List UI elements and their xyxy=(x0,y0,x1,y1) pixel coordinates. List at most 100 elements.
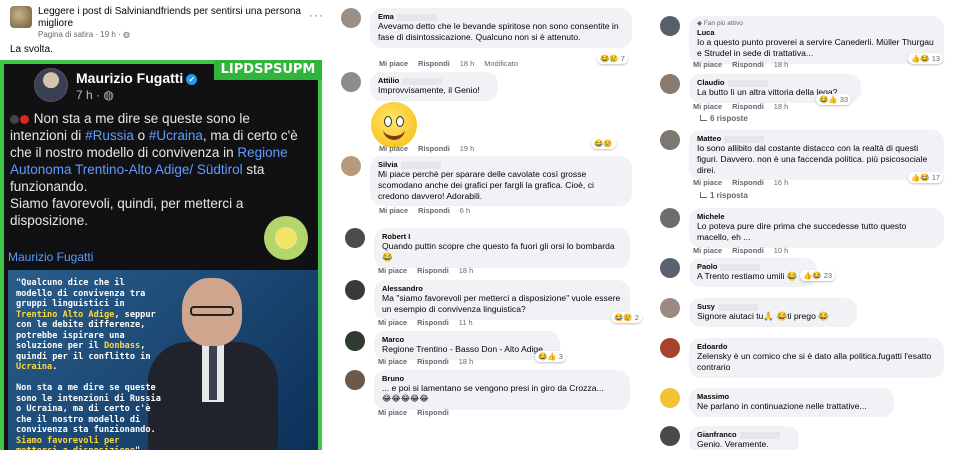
like-button[interactable]: Mi piace xyxy=(378,318,407,327)
comment-author-name[interactable]: Susy xyxy=(697,302,715,311)
comment-time[interactable]: 18 h xyxy=(459,357,473,366)
comment-author[interactable]: Silvia xyxy=(378,160,624,169)
reply-button[interactable]: Rispondi xyxy=(417,357,449,366)
comment-author[interactable]: Michele xyxy=(697,212,936,221)
avatar[interactable] xyxy=(660,388,680,408)
comment-time[interactable]: 6 h xyxy=(460,206,470,215)
avatar[interactable] xyxy=(345,370,365,390)
reaction-count[interactable]: 😂😢 2 xyxy=(611,312,642,323)
reaction-count[interactable]: 😂😢 7 xyxy=(597,53,628,64)
like-button[interactable]: Mi piace xyxy=(379,144,408,153)
avatar[interactable] xyxy=(660,338,680,358)
reply-button[interactable]: Rispondi xyxy=(418,144,450,153)
reply-button[interactable]: Rispondi xyxy=(417,318,449,327)
comment-bubble: Ema Avevamo detto che le bevande spirito… xyxy=(370,8,632,48)
reply-button[interactable]: Rispondi xyxy=(417,266,449,275)
comment-author-name[interactable]: Attilio xyxy=(378,76,399,85)
comment-author[interactable]: Attilio xyxy=(378,76,490,85)
comment-author-name[interactable]: Robert I xyxy=(382,232,410,241)
redacted-name xyxy=(396,13,437,21)
comment-author[interactable]: Alessandro xyxy=(382,284,622,293)
comment-author[interactable]: Edoardo xyxy=(697,342,936,351)
reply-button[interactable]: Rispondi xyxy=(732,246,764,255)
comment-time[interactable]: 10 h xyxy=(774,246,788,255)
group-avatar[interactable] xyxy=(10,6,32,28)
comment-author[interactable]: Gianfranco xyxy=(697,430,791,439)
tweet-author: Maurizio Fugatti ✓ xyxy=(76,70,198,86)
like-button[interactable]: Mi piace xyxy=(379,59,408,68)
comment-author-name[interactable]: Gianfranco xyxy=(697,430,737,439)
avatar[interactable] xyxy=(660,426,680,446)
comment-author-name[interactable]: Silvia xyxy=(378,160,398,169)
avatar[interactable] xyxy=(660,74,680,94)
comment-author-name[interactable]: Paolo xyxy=(697,262,717,271)
avatar[interactable] xyxy=(345,331,365,351)
reaction-count[interactable]: 👍😂 17 xyxy=(908,172,944,183)
like-button[interactable]: Mi piace xyxy=(693,102,722,111)
comment-author[interactable]: Massimo xyxy=(697,392,886,401)
comment-author[interactable]: Claudio xyxy=(697,78,853,87)
group-title[interactable]: Leggere i post di Salviniandfriends per … xyxy=(38,6,308,30)
post-caption: La svolta. xyxy=(10,44,53,55)
comment-time[interactable]: 18 h xyxy=(774,102,788,111)
avatar[interactable] xyxy=(345,228,365,248)
more-options-icon[interactable]: ··· xyxy=(309,8,324,22)
comment-author-name[interactable]: Edoardo xyxy=(697,342,727,351)
comment-author[interactable]: Ema xyxy=(378,12,624,21)
like-button[interactable]: Mi piace xyxy=(378,408,407,417)
comment-author-name[interactable]: Claudio xyxy=(697,78,725,87)
avatar[interactable] xyxy=(345,280,365,300)
comment-author[interactable]: Susy xyxy=(697,302,849,311)
reaction-count[interactable]: 😂👍 3 xyxy=(535,351,566,362)
comment-time[interactable]: 16 h xyxy=(774,178,788,187)
like-button[interactable]: Mi piace xyxy=(693,246,722,255)
avatar[interactable] xyxy=(341,72,361,92)
comment-author-name[interactable]: Alessandro xyxy=(382,284,423,293)
comment-author-name[interactable]: Ema xyxy=(378,12,394,21)
avatar[interactable] xyxy=(341,156,361,176)
comment-author[interactable]: Matteo xyxy=(697,134,936,143)
comment-time[interactable]: 18 h xyxy=(774,60,788,69)
avatar[interactable] xyxy=(660,258,680,278)
like-button[interactable]: Mi piace xyxy=(693,60,722,69)
reply-button[interactable]: Rispondi xyxy=(732,60,764,69)
avatar[interactable] xyxy=(660,208,680,228)
comment-time[interactable]: 18 h xyxy=(459,266,473,275)
replies-count[interactable]: 6 risposte xyxy=(710,114,748,123)
replies-link[interactable]: 6 risposte xyxy=(700,114,748,123)
comment-time[interactable]: 18 h xyxy=(460,59,474,68)
reaction-count[interactable]: 😂😢 xyxy=(591,138,616,149)
like-button[interactable]: Mi piace xyxy=(378,266,407,275)
reply-button[interactable]: Rispondi xyxy=(732,102,764,111)
replies-link[interactable]: 1 risposta xyxy=(700,191,748,200)
comment-author[interactable]: Marco xyxy=(382,335,552,344)
reaction-count[interactable]: 👍😂 23 xyxy=(800,270,836,281)
comment-author-name[interactable]: Marco xyxy=(382,335,404,344)
comment-time[interactable]: 19 h xyxy=(460,144,474,153)
reply-button[interactable]: Rispondi xyxy=(417,408,449,417)
avatar[interactable] xyxy=(660,130,680,150)
avatar[interactable] xyxy=(660,16,680,36)
comment-author-name[interactable]: Massimo xyxy=(697,392,729,401)
comment-author-name[interactable]: Bruno xyxy=(382,374,404,383)
reply-button[interactable]: Rispondi xyxy=(418,59,450,68)
reaction-count[interactable]: 👍😂 13 xyxy=(908,53,944,64)
like-button[interactable]: Mi piace xyxy=(378,357,407,366)
comment-author-name[interactable]: Michele xyxy=(697,212,725,221)
comment-time[interactable]: 11 h xyxy=(459,318,473,327)
comment-author[interactable]: Paolo xyxy=(697,262,809,271)
replies-count[interactable]: 1 risposta xyxy=(710,191,748,200)
comment-author[interactable]: Robert I xyxy=(382,232,622,241)
avatar[interactable] xyxy=(341,8,361,28)
reply-button[interactable]: Rispondi xyxy=(732,178,764,187)
reply-button[interactable]: Rispondi xyxy=(418,206,450,215)
like-button[interactable]: Mi piace xyxy=(379,206,408,215)
reaction-count[interactable]: 😂👍 33 xyxy=(816,94,852,105)
post-image[interactable]: Maurizio Fugatti ✓ 7 h · ◍ LIPDSPSUPM Non… xyxy=(0,60,322,450)
avatar[interactable] xyxy=(660,298,680,318)
comment-author-name[interactable]: Matteo xyxy=(697,134,721,143)
comment-author-name[interactable]: Luca xyxy=(697,28,715,37)
comment-author[interactable]: Luca xyxy=(697,28,936,37)
like-button[interactable]: Mi piace xyxy=(693,178,722,187)
comment-author[interactable]: Bruno xyxy=(382,374,622,383)
